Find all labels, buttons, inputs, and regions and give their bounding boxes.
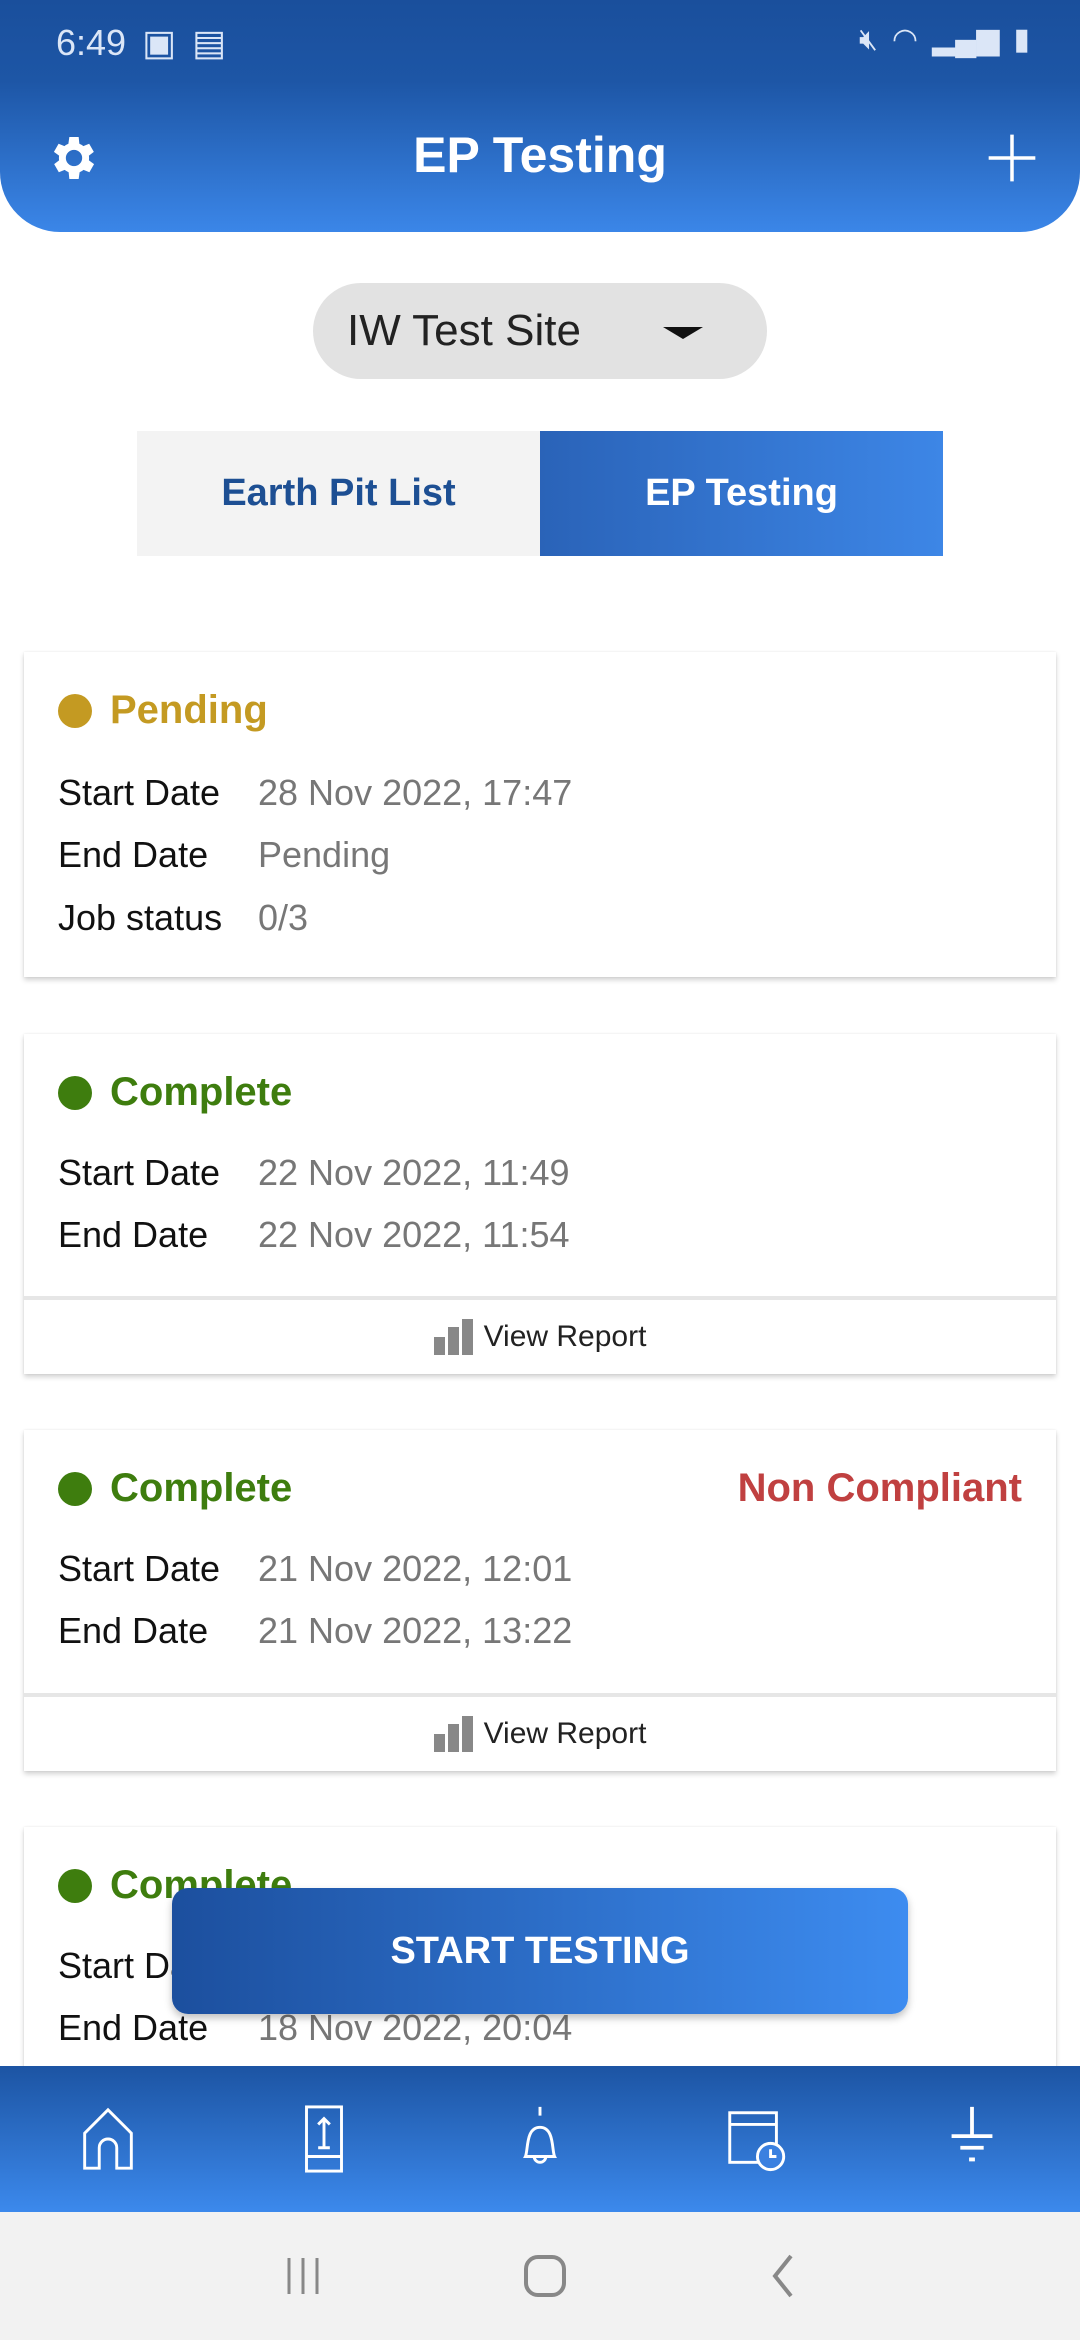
status-bar: 6:49 ▣ ▤ xyxy=(56,22,226,64)
end-value: Pending xyxy=(258,834,391,875)
start-value: 22 Nov 2022, 11:49 xyxy=(258,1152,570,1193)
mute-icon: 🔇︎ xyxy=(858,22,878,56)
job-row: Job status 0/3 xyxy=(58,897,308,939)
status-dot-icon xyxy=(58,693,92,728)
image-icon: ▣ xyxy=(142,22,177,63)
view-report-label: View Report xyxy=(483,1717,647,1750)
view-report-button[interactable]: View Report xyxy=(24,1693,1056,1771)
earth-ground-icon[interactable] xyxy=(937,2104,1007,2174)
end-label: End Date xyxy=(58,834,209,875)
calendar-clock-icon[interactable] xyxy=(721,2104,791,2174)
end-label: End Date xyxy=(58,1610,209,1651)
view-report-button[interactable]: View Report xyxy=(24,1296,1056,1374)
status-dot-icon xyxy=(58,1868,92,1903)
signal-icon: ▂▄▆ xyxy=(932,23,1000,56)
clipboard-check-icon: ▤ xyxy=(192,22,227,63)
app-header: 6:49 ▣ ▤ 🔇︎ ◠ ▂▄▆ ▮ EP Testing xyxy=(0,0,1080,232)
status-text: Pending xyxy=(110,688,268,732)
bottom-nav xyxy=(0,2066,1080,2212)
job-value: 0/3 xyxy=(258,897,309,938)
tab-bar: Earth Pit List EP Testing xyxy=(137,431,943,556)
home-button-icon[interactable] xyxy=(523,2254,567,2298)
status-badge: Pending xyxy=(58,688,268,733)
start-row: Start Date 22 Nov 2022, 11:49 xyxy=(58,1152,570,1194)
status-icons: 🔇︎ ◠ ▂▄▆ ▮ xyxy=(859,22,1030,57)
status-text: Complete xyxy=(110,1466,293,1510)
status-time: 6:49 xyxy=(56,22,127,63)
site-dropdown[interactable]: IW Test Site xyxy=(313,283,767,379)
test-card[interactable]: Complete Non Compliant Start Date 21 Nov … xyxy=(24,1430,1056,1771)
status-badge: Complete xyxy=(58,1070,292,1115)
end-row: End Date Pending xyxy=(58,834,390,876)
bell-icon[interactable] xyxy=(505,2104,575,2174)
test-card[interactable]: Pending Start Date 28 Nov 2022, 17:47 End… xyxy=(24,652,1056,977)
start-value: 28 Nov 2022, 17:47 xyxy=(258,772,573,813)
start-row: Start Date 21 Nov 2022, 12:01 xyxy=(58,1548,572,1590)
caret-down-icon xyxy=(663,327,703,339)
start-label: Start Date xyxy=(58,1152,221,1193)
home-icon[interactable] xyxy=(73,2104,143,2174)
battery-charging-icon: ▮ xyxy=(1013,23,1030,56)
compliance-badge: Non Compliant xyxy=(737,1466,1022,1510)
status-badge: Complete xyxy=(58,1466,292,1511)
page-title: EP Testing xyxy=(413,127,667,183)
view-report-label: View Report xyxy=(483,1320,647,1353)
end-row: End Date 21 Nov 2022, 13:22 xyxy=(58,1610,572,1652)
end-value: 21 Nov 2022, 13:22 xyxy=(258,1610,573,1651)
plus-icon[interactable] xyxy=(984,130,1040,186)
status-dot-icon xyxy=(58,1471,92,1506)
recent-apps-icon[interactable] xyxy=(283,2256,323,2296)
end-row: End Date 22 Nov 2022, 11:54 xyxy=(58,1214,570,1256)
bar-chart-icon xyxy=(433,1319,473,1355)
start-value: 21 Nov 2022, 12:01 xyxy=(258,1548,573,1589)
start-row: Start Date 28 Nov 2022, 17:47 xyxy=(58,772,572,814)
test-card[interactable]: Complete Start Date 22 Nov 2022, 11:49 En… xyxy=(24,1034,1056,1374)
start-testing-button[interactable]: START TESTING xyxy=(172,1888,908,2014)
end-value: 22 Nov 2022, 11:54 xyxy=(258,1214,570,1255)
job-label: Job status xyxy=(58,897,223,938)
start-label: Start Date xyxy=(58,1548,221,1589)
end-label: End Date xyxy=(58,1214,209,1255)
wifi-icon: ◠ xyxy=(891,23,919,56)
start-label: Start Date xyxy=(58,772,221,813)
back-icon[interactable] xyxy=(767,2254,797,2298)
bar-chart-icon xyxy=(433,1716,473,1752)
system-nav xyxy=(0,2212,1080,2340)
site-dropdown-value: IW Test Site xyxy=(347,306,581,355)
status-text: Complete xyxy=(110,1070,293,1114)
upload-device-icon[interactable] xyxy=(289,2104,359,2174)
tab-earth-pit-list[interactable]: Earth Pit List xyxy=(137,431,540,556)
tab-ep-testing[interactable]: EP Testing xyxy=(540,431,943,556)
status-dot-icon xyxy=(58,1075,92,1110)
